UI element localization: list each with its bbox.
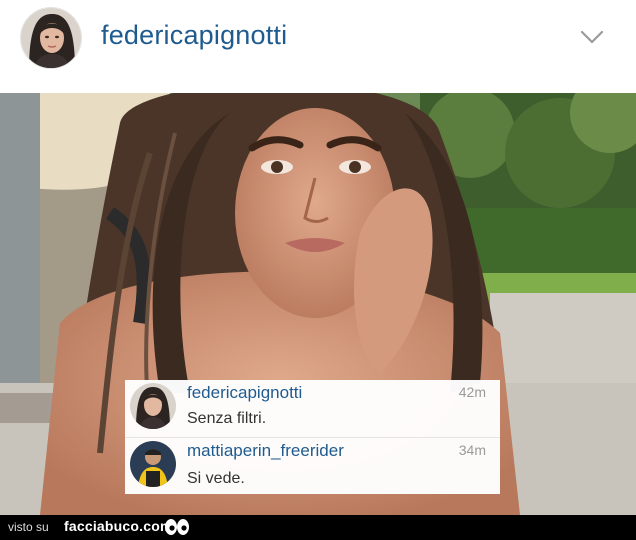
commenter-avatar[interactable] [130, 383, 176, 429]
comment-text: Si vede. [187, 470, 245, 487]
comments-panel: federicapignotti 42m Senza filtri. matti… [125, 380, 500, 494]
post-header: federicapignotti [0, 0, 636, 90]
author-avatar[interactable] [20, 7, 82, 69]
visto-label: visto su [8, 520, 49, 534]
author-username[interactable]: federicapignotti [101, 20, 287, 51]
brand-name[interactable]: facciabuco.com [64, 518, 173, 534]
eyes-logo-icon [164, 518, 190, 536]
comment-item: federicapignotti 42m Senza filtri. [125, 380, 500, 437]
comment-timestamp: 42m [458, 384, 486, 400]
watermark-bar: visto su facciabuco.com [0, 515, 636, 540]
comment-text: Senza filtri. [187, 410, 267, 427]
comment-username[interactable]: mattiaperin_freerider [187, 441, 344, 461]
comment-item: mattiaperin_freerider 34m Si vede. [125, 437, 500, 494]
comment-username[interactable]: federicapignotti [187, 383, 302, 403]
chevron-down-icon[interactable] [577, 22, 607, 52]
commenter-avatar[interactable] [130, 441, 176, 487]
comment-timestamp: 34m [458, 442, 486, 458]
